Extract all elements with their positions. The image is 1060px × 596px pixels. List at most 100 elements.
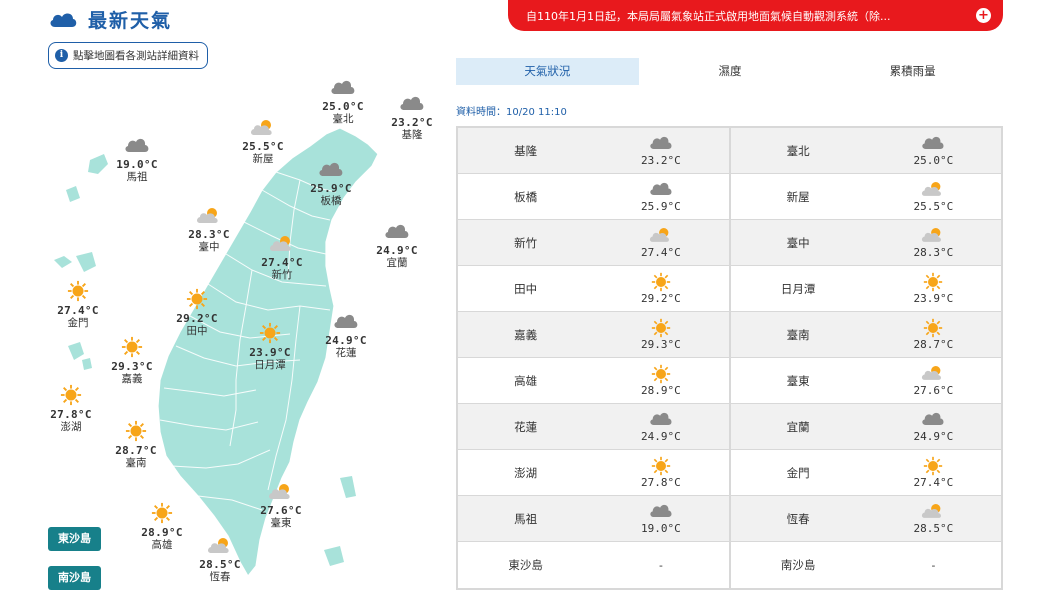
- station-cell[interactable]: 臺南 28.7°C: [728, 312, 1001, 357]
- map-station-hsinchu[interactable]: 27.4°C 新竹: [247, 232, 317, 282]
- station-cell[interactable]: 恆春 28.5°C: [728, 496, 1001, 541]
- station-cell[interactable]: 金門 27.4°C: [728, 450, 1001, 495]
- station-name: 新竹: [514, 235, 538, 250]
- weather-tabs: 天氣狀況 濕度 累積雨量: [456, 58, 1004, 85]
- map-station-banqiao[interactable]: 25.9°C 板橋: [296, 158, 366, 208]
- station-name: 臺中: [786, 235, 810, 250]
- sunny-icon: [866, 456, 1001, 476]
- station-cell[interactable]: 日月潭 23.9°C: [728, 266, 1001, 311]
- map-station-hualien[interactable]: 24.9°C 花蓮: [311, 310, 381, 360]
- station-cell[interactable]: 田中 29.2°C: [458, 266, 729, 311]
- page-header: 最新天氣: [48, 6, 172, 32]
- map-hint-button[interactable]: i 點擊地圖看各測站詳細資料: [48, 42, 208, 69]
- weather-table: 基隆 23.2°C 臺北 25.0°C 板橋 25.9°C 新屋 25.5°C 新竹 27.4°C…: [456, 126, 1003, 590]
- station-cell[interactable]: 嘉義 29.3°C: [458, 312, 729, 357]
- station-cell[interactable]: 基隆 23.2°C: [458, 128, 729, 173]
- tab-humidity[interactable]: 濕度: [639, 58, 822, 85]
- map-station-sunmoonlake[interactable]: 23.9°C 日月潭: [235, 322, 305, 372]
- partly-cloudy-icon: [593, 226, 728, 244]
- station-value: 27.6°C: [866, 364, 1001, 397]
- sunny-icon: [593, 318, 728, 338]
- sunny-icon: [60, 384, 82, 406]
- sunny-icon: [259, 322, 281, 344]
- cloudy-icon: [125, 138, 149, 152]
- partly-cloudy-icon: [251, 120, 272, 135]
- station-value: 29.2°C: [593, 272, 728, 305]
- station-cell[interactable]: 板橋 25.9°C: [458, 174, 729, 219]
- station-name: 新屋: [786, 189, 810, 204]
- cloudy-icon: [593, 134, 728, 152]
- station-name: 臺北: [786, 143, 810, 158]
- sunny-icon: [866, 318, 1001, 338]
- map-station-taitung[interactable]: 27.6°C 臺東: [246, 480, 316, 530]
- map-station-tianzhong[interactable]: 29.2°C 田中: [162, 288, 232, 338]
- map-station-kinmen[interactable]: 27.4°C 金門: [43, 280, 113, 330]
- map-station-chiayi[interactable]: 29.3°C 嘉義: [97, 336, 167, 386]
- station-name: 臺東: [786, 373, 810, 388]
- cloudy-icon: [331, 80, 355, 94]
- map-station-yilan[interactable]: 24.9°C 宜蘭: [362, 220, 432, 270]
- cloud-logo-icon: [50, 13, 77, 27]
- map-station-keelung[interactable]: 23.2°C 基隆: [377, 92, 447, 142]
- station-temperature: 19.0°C: [641, 522, 681, 535]
- station-cell[interactable]: 臺東 27.6°C: [728, 358, 1001, 403]
- station-cell[interactable]: 新竹 27.4°C: [458, 220, 729, 265]
- station-temperature: 25.5°C: [913, 200, 954, 213]
- station-name: 恆春: [786, 511, 810, 526]
- partly-cloudy-icon: [866, 226, 1001, 244]
- map-station-penghu[interactable]: 27.8°C 澎湖: [36, 384, 106, 434]
- station-temperature: 29.2°C: [641, 292, 681, 305]
- station-value: 25.5°C: [866, 180, 1001, 213]
- sunny-icon: [121, 336, 143, 358]
- map-station-matsu[interactable]: 19.0°C 馬祖: [102, 134, 172, 184]
- station-cell[interactable]: 東沙島 -: [458, 542, 729, 588]
- station-cell[interactable]: 馬祖 19.0°C: [458, 496, 729, 541]
- map-station-tainan[interactable]: 28.7°C 臺南: [101, 420, 171, 470]
- table-row: 高雄 28.9°C 臺東 27.6°C: [458, 358, 1001, 404]
- station-name: 田中: [514, 281, 538, 296]
- station-cell[interactable]: 花蓮 24.9°C: [458, 404, 729, 449]
- notice-banner[interactable]: 自110年1月1日起，本局局屬氣象站正式啟用地面氣候自動觀測系統（除... +: [508, 0, 1003, 31]
- expand-notice-icon[interactable]: +: [976, 8, 991, 23]
- tab-accumulated-rainfall[interactable]: 累積雨量: [821, 58, 1004, 85]
- map-hint-text: 點擊地圖看各測站詳細資料: [73, 50, 199, 62]
- station-value: 25.9°C: [593, 180, 728, 213]
- map-station-taichung[interactable]: 28.3°C 臺中: [174, 204, 244, 254]
- station-cell[interactable]: 新屋 25.5°C: [728, 174, 1001, 219]
- station-cell[interactable]: 臺北 25.0°C: [728, 128, 1001, 173]
- station-value: 19.0°C: [593, 502, 728, 535]
- station-temperature: 24.9°C: [641, 430, 681, 443]
- cloudy-icon: [319, 162, 343, 176]
- station-value: 28.9°C: [593, 364, 728, 397]
- station-cell[interactable]: 高雄 28.9°C: [458, 358, 729, 403]
- station-temperature: 24.9°C: [913, 430, 954, 443]
- station-name: 馬祖: [514, 511, 538, 526]
- station-temperature: 27.4°C: [913, 476, 954, 489]
- station-cell[interactable]: 澎湖 27.8°C: [458, 450, 729, 495]
- map-station-taipei[interactable]: 25.0°C 臺北: [308, 76, 378, 126]
- notice-text[interactable]: 自110年1月1日起，本局局屬氣象站正式啟用地面氣候自動觀測系統（除...: [526, 8, 890, 24]
- station-temperature: -: [930, 558, 937, 572]
- station-cell[interactable]: 臺中 28.3°C: [728, 220, 1001, 265]
- station-cell[interactable]: 南沙島 -: [728, 542, 1001, 588]
- table-row: 板橋 25.9°C 新屋 25.5°C: [458, 174, 1001, 220]
- taiwan-map[interactable]: 25.0°C 臺北 23.2°C 基隆 25.5°C 新屋 25.9°C 板橋 …: [0, 70, 450, 596]
- nansha-island-button[interactable]: 南沙島: [48, 566, 101, 590]
- station-value: 27.4°C: [866, 456, 1001, 489]
- station-value: 29.3°C: [593, 318, 728, 351]
- station-temperature: 23.9°C: [913, 292, 954, 305]
- map-station-hengchun[interactable]: 28.5°C 恆春: [185, 534, 255, 584]
- station-name: 宜蘭: [786, 419, 810, 434]
- sunny-icon: [125, 420, 147, 442]
- table-row: 澎湖 27.8°C 金門 27.4°C: [458, 450, 1001, 496]
- station-temperature: 28.5°C: [913, 522, 954, 535]
- dongsha-island-button[interactable]: 東沙島: [48, 527, 101, 551]
- station-value: 24.9°C: [866, 410, 1001, 443]
- station-value: 25.0°C: [866, 134, 1001, 167]
- map-station-hsinwu[interactable]: 25.5°C 新屋: [228, 116, 298, 166]
- table-row: 馬祖 19.0°C 恆春 28.5°C: [458, 496, 1001, 542]
- cloudy-icon: [385, 224, 409, 238]
- tab-weather-condition[interactable]: 天氣狀況: [456, 58, 639, 85]
- station-name: 東沙島: [508, 558, 543, 572]
- station-cell[interactable]: 宜蘭 24.9°C: [728, 404, 1001, 449]
